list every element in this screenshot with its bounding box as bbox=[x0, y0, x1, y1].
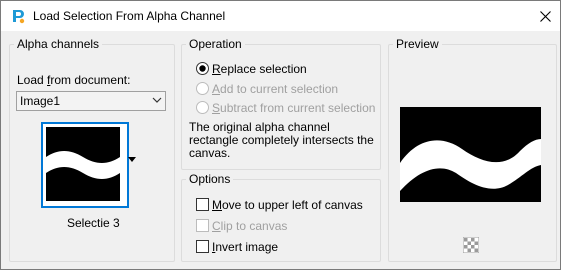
close-button[interactable] bbox=[530, 1, 560, 31]
add-to-selection-radio[interactable] bbox=[196, 82, 209, 95]
preview-title: Preview bbox=[393, 37, 442, 51]
clip-to-canvas-checkbox[interactable] bbox=[196, 219, 209, 232]
dialog-window: Load Selection From Alpha Channel Alpha … bbox=[0, 0, 561, 270]
subtract-from-selection-radio[interactable] bbox=[196, 101, 209, 114]
move-to-upper-left-label[interactable]: Move to upper left of canvas bbox=[212, 198, 363, 212]
move-to-upper-left-checkbox[interactable] bbox=[196, 198, 209, 211]
replace-selection-radio[interactable] bbox=[196, 62, 209, 75]
preview-image bbox=[400, 107, 541, 202]
replace-selection-label[interactable]: Replace selection bbox=[212, 62, 307, 76]
document-select-value: Image1 bbox=[20, 94, 61, 108]
invert-image-checkbox[interactable] bbox=[196, 240, 209, 253]
operation-title: Operation bbox=[186, 37, 245, 51]
chevron-down-icon bbox=[152, 97, 162, 103]
options-title: Options bbox=[186, 172, 234, 186]
operation-description: The original alpha channel rectangle com… bbox=[189, 120, 374, 160]
alpha-channels-title: Alpha channels bbox=[14, 37, 103, 51]
close-icon bbox=[539, 10, 551, 22]
add-to-selection-label[interactable]: Add to current selection bbox=[212, 82, 338, 96]
window-title: Load Selection From Alpha Channel bbox=[33, 9, 226, 23]
title-bar: Load Selection From Alpha Channel bbox=[1, 1, 560, 31]
load-from-document-label: Load from document: bbox=[17, 73, 131, 87]
channel-name-label: Selectie 3 bbox=[67, 216, 120, 230]
alpha-channel-thumbnail[interactable] bbox=[41, 122, 129, 208]
dropdown-arrow-icon[interactable] bbox=[127, 156, 137, 164]
clip-to-canvas-label[interactable]: Clip to canvas bbox=[212, 219, 287, 233]
document-select[interactable]: Image1 bbox=[16, 91, 166, 111]
invert-image-label[interactable]: Invert image bbox=[212, 240, 278, 254]
checkerboard-icon[interactable] bbox=[463, 237, 479, 253]
app-icon bbox=[13, 10, 25, 24]
alpha-channel-thumbnail-image bbox=[46, 127, 120, 201]
subtract-from-selection-label[interactable]: Subtract from current selection bbox=[212, 101, 375, 115]
